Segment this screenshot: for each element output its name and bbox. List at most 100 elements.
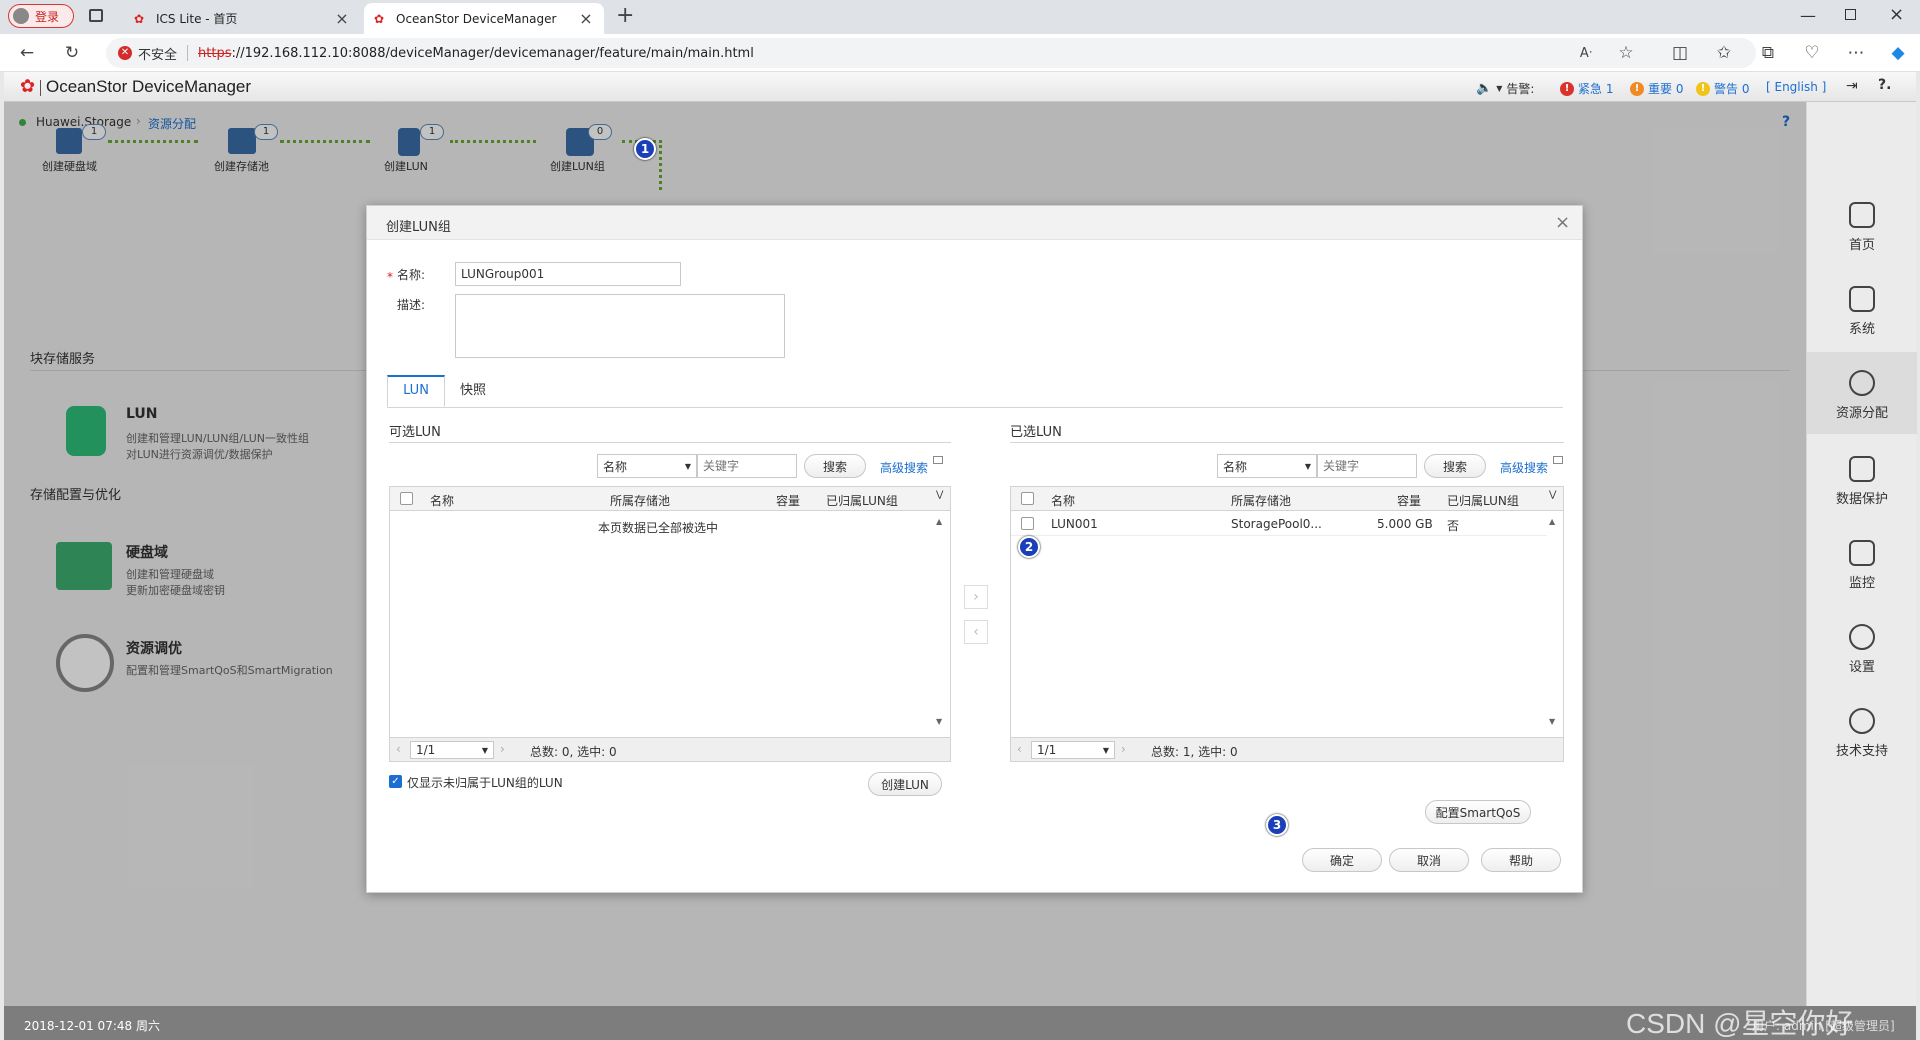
left-keyword-input[interactable] bbox=[697, 454, 797, 478]
name-label: 名称: bbox=[397, 268, 426, 282]
create-lun-button[interactable]: 创建LUN bbox=[868, 772, 942, 796]
warning-alarm-icon: ! bbox=[1696, 81, 1710, 96]
right-filter-select[interactable]: 名称 ▼ bbox=[1217, 454, 1317, 478]
logout-icon[interactable]: ⇥ bbox=[1846, 78, 1858, 94]
help-button[interactable]: 帮助 bbox=[1481, 848, 1561, 872]
alarm-major[interactable]: ! 重要 0 bbox=[1630, 80, 1683, 97]
right-keyword-input[interactable] bbox=[1317, 454, 1417, 478]
shield-icon bbox=[1849, 456, 1875, 482]
prev-page-icon[interactable]: ‹ bbox=[1017, 742, 1022, 756]
read-aloud-icon[interactable]: Aᐧ bbox=[1574, 41, 1598, 65]
app-title: OceanStor DeviceManager bbox=[46, 77, 252, 96]
annotation-badge-1: 1 bbox=[634, 138, 656, 160]
select-all-checkbox[interactable] bbox=[400, 492, 413, 505]
split-screen-icon[interactable]: ◫ bbox=[1668, 41, 1692, 65]
tab-snapshot[interactable]: 快照 bbox=[445, 376, 501, 408]
move-left-button[interactable]: ‹ bbox=[964, 620, 988, 644]
tab-lun[interactable]: LUN bbox=[387, 375, 445, 407]
favorite-icon[interactable]: ☆ bbox=[1614, 41, 1638, 65]
col-pool: 所属存储池 bbox=[1231, 494, 1292, 508]
scroll-down-icon[interactable]: ▼ bbox=[1549, 717, 1555, 726]
address-bar[interactable]: ✕ 不安全 https ://192.168.112.10:8088/devic… bbox=[106, 38, 1756, 68]
sidebar-item-system[interactable]: 系统 bbox=[1807, 268, 1917, 350]
sidebar-item-provisioning[interactable]: 资源分配 bbox=[1807, 352, 1917, 434]
move-right-button[interactable]: › bbox=[964, 585, 988, 609]
favorites-icon[interactable]: ✩ bbox=[1712, 41, 1736, 65]
sidebar-item-settings[interactable]: 设置 bbox=[1807, 606, 1917, 688]
alarm-warning[interactable]: ! 警告 0 bbox=[1696, 80, 1749, 97]
dropdown-icon: ▼ bbox=[1496, 84, 1503, 93]
browser-toolbar: ← ↻ ✕ 不安全 https ://192.168.112.10:8088/d… bbox=[0, 34, 1920, 72]
configure-smartqos-button[interactable]: 配置SmartQoS bbox=[1425, 800, 1531, 824]
right-sidebar: 首页 系统 资源分配 数据保护 监控 设置 技术支持 bbox=[1806, 102, 1917, 1006]
left-search-button[interactable]: 搜索 bbox=[804, 454, 866, 478]
table-row[interactable]: LUN001 StoragePool0... 5.000 GB 否 bbox=[1011, 512, 1547, 536]
create-lun-group-dialog: 创建LUN组 × * 名称: LUNGroup001 描述: LUN 快照 可选… bbox=[366, 205, 1583, 893]
browser-tab-bar: 登录 ✿ ICS Lite - 首页 × ✿ OceanStor DeviceM… bbox=[0, 0, 1920, 34]
close-icon[interactable]: × bbox=[578, 9, 594, 28]
sidebar-label: 数据保护 bbox=[1835, 492, 1888, 507]
left-filter-select[interactable]: 名称 ▼ bbox=[597, 454, 697, 478]
minimize-button[interactable]: — bbox=[1800, 6, 1816, 25]
profile-button[interactable]: 登录 bbox=[8, 4, 74, 28]
gear-icon bbox=[1849, 624, 1875, 650]
lun-pool: StoragePool0... bbox=[1231, 517, 1322, 531]
speaker-icon: 🔈 bbox=[1476, 81, 1493, 96]
column-menu-icon[interactable]: ⋁ bbox=[1549, 490, 1556, 500]
tab-oceanstor[interactable]: ✿ OceanStor DeviceManager × bbox=[364, 3, 604, 34]
system-icon bbox=[1849, 286, 1875, 312]
copilot-icon[interactable]: ◆ bbox=[1886, 41, 1910, 65]
filter-value: 名称 bbox=[1223, 459, 1248, 474]
refresh-icon[interactable]: ↻ bbox=[60, 41, 84, 65]
column-menu-icon[interactable]: ⋁ bbox=[936, 490, 943, 500]
help-menu-icon[interactable]: ?. bbox=[1878, 77, 1891, 93]
next-page-icon[interactable]: › bbox=[1121, 742, 1126, 756]
button-label: 搜索 bbox=[822, 459, 847, 474]
restore-button[interactable] bbox=[1845, 9, 1856, 20]
collections-icon[interactable]: ⧉ bbox=[1756, 41, 1780, 65]
back-icon[interactable]: ← bbox=[15, 41, 39, 65]
scroll-up-icon[interactable]: ▲ bbox=[936, 517, 942, 526]
row-checkbox[interactable] bbox=[1021, 517, 1034, 530]
right-search-button[interactable]: 搜索 bbox=[1424, 454, 1486, 478]
tab-actions-icon[interactable] bbox=[89, 9, 103, 22]
major-alarm-icon: ! bbox=[1630, 81, 1644, 96]
right-advanced-search-link[interactable]: 高级搜索 bbox=[1500, 459, 1548, 476]
language-switch[interactable]: [ English ] bbox=[1766, 80, 1826, 94]
scroll-down-icon[interactable]: ▼ bbox=[936, 717, 942, 726]
unassigned-only-checkbox[interactable]: ✓ bbox=[389, 775, 402, 788]
name-input[interactable]: LUNGroup001 bbox=[455, 262, 681, 286]
more-icon[interactable]: ⋯ bbox=[1844, 41, 1868, 65]
sidebar-item-monitor[interactable]: 监控 bbox=[1807, 522, 1917, 604]
next-page-icon[interactable]: › bbox=[500, 742, 505, 756]
url-rest: ://192.168.112.10:8088/deviceManager/dev… bbox=[231, 45, 754, 61]
alarm-critical[interactable]: ! 紧急 1 bbox=[1560, 80, 1613, 97]
selected-lun-table: 名称 所属存储池 容量 已归属LUN组 ⋁ LUN001 StoragePool… bbox=[1010, 486, 1564, 762]
available-lun-title: 可选LUN bbox=[389, 425, 441, 440]
sidebar-label: 设置 bbox=[1848, 660, 1875, 675]
sidebar-item-support[interactable]: 技术支持 bbox=[1807, 690, 1917, 772]
close-icon[interactable]: × bbox=[1555, 212, 1570, 233]
provisioning-icon bbox=[1849, 370, 1875, 396]
page-select[interactable]: 1/1 ▼ bbox=[410, 741, 494, 759]
button-label: 确定 bbox=[1329, 853, 1354, 868]
close-icon[interactable]: × bbox=[334, 9, 350, 28]
tab-title: ICS Lite - 首页 bbox=[156, 12, 238, 26]
description-textarea[interactable] bbox=[455, 294, 785, 358]
tab-ics-lite[interactable]: ✿ ICS Lite - 首页 × bbox=[124, 3, 360, 34]
new-tab-button[interactable]: + bbox=[616, 3, 634, 28]
extensions-icon[interactable]: ♡ bbox=[1800, 41, 1824, 65]
left-advanced-search-link[interactable]: 高级搜索 bbox=[880, 459, 928, 476]
prev-page-icon[interactable]: ‹ bbox=[396, 742, 401, 756]
select-all-checkbox[interactable] bbox=[1021, 492, 1034, 505]
alarm-area[interactable]: 🔈 ▼ 告警: bbox=[1476, 80, 1534, 97]
sidebar-item-data-protection[interactable]: 数据保护 bbox=[1807, 438, 1917, 520]
page-select[interactable]: 1/1 ▼ bbox=[1031, 741, 1115, 759]
sidebar-item-home[interactable]: 首页 bbox=[1807, 184, 1917, 266]
cancel-button[interactable]: 取消 bbox=[1389, 848, 1469, 872]
tab-label: 快照 bbox=[459, 383, 486, 398]
close-window-button[interactable]: × bbox=[1889, 4, 1904, 25]
scroll-up-icon[interactable]: ▲ bbox=[1549, 517, 1555, 526]
ok-button[interactable]: 确定 bbox=[1302, 848, 1382, 872]
tab-label: LUN bbox=[403, 383, 429, 398]
